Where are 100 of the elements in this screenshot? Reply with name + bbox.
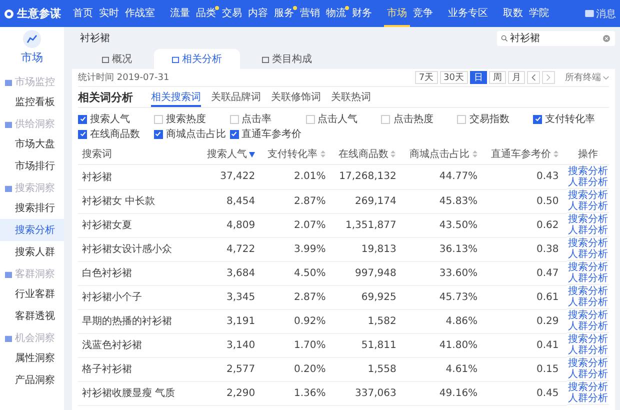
sidebar-item[interactable]: 搜索排行 — [0, 197, 64, 219]
table-cell: 19,813 — [334, 237, 404, 261]
sort-icon[interactable] — [552, 150, 559, 158]
action-link[interactable]: 搜索分析 — [568, 382, 608, 392]
table-cell: 4,722 — [203, 237, 264, 261]
action-link[interactable]: 人群分析 — [568, 392, 608, 404]
sidebar-item[interactable]: 搜索人群 — [0, 241, 64, 263]
table-cell: 1,351,877 — [334, 213, 404, 237]
sidebar-item[interactable]: 客群透视 — [0, 305, 64, 327]
page-tab[interactable]: 概况 — [84, 49, 150, 69]
period-button[interactable]: 7天 — [414, 71, 438, 84]
nav-link[interactable]: 物流 — [323, 0, 349, 27]
next-button[interactable] — [542, 71, 555, 84]
column-header: 搜索人气 — [203, 143, 264, 164]
action-link[interactable]: 搜索分析 — [568, 286, 608, 296]
nav-link[interactable]: 营销 — [297, 0, 323, 27]
table-cell: 3,191 — [203, 309, 264, 333]
checkbox[interactable] — [533, 114, 542, 124]
table-cell: 37,422 — [203, 164, 264, 189]
action-link[interactable]: 搜索分析 — [568, 214, 608, 224]
table-cell: 0.62 — [486, 213, 567, 237]
table-cell: 33.60% — [404, 261, 486, 285]
sort-icon[interactable] — [472, 150, 478, 158]
action-link[interactable]: 人群分析 — [568, 224, 608, 236]
nav-link[interactable]: 财务 — [349, 0, 375, 27]
sidebar-item[interactable]: 搜索分析 — [0, 219, 64, 241]
table-cell: 1.70% — [263, 333, 334, 357]
period-button[interactable]: 日 — [470, 71, 487, 84]
search-field[interactable]: 衬衫裙 — [497, 30, 615, 46]
sidebar-item[interactable]: 属性洞察 — [0, 347, 64, 369]
table-cell: 0.29 — [486, 309, 567, 333]
checkbox-label: 在线商品数 — [90, 128, 140, 141]
checkbox[interactable] — [78, 114, 87, 124]
action-link[interactable]: 人群分析 — [568, 176, 608, 188]
clear-icon[interactable] — [603, 34, 610, 42]
sidebar-item[interactable]: 市场大盘 — [0, 133, 64, 155]
nav-link[interactable]: 市场 — [384, 0, 410, 27]
action-link[interactable]: 人群分析 — [568, 248, 608, 260]
action-link[interactable]: 搜索分析 — [568, 358, 608, 368]
table-cell: 0.50 — [486, 189, 567, 213]
nav-link[interactable]: 流量 — [167, 0, 193, 27]
table-cell: 3,345 — [203, 285, 264, 309]
action-link[interactable]: 搜索分析 — [568, 310, 608, 320]
table-cell: 4.86% — [404, 309, 486, 333]
action-link[interactable]: 搜索分析 — [568, 166, 608, 176]
action-link[interactable]: 人群分析 — [568, 296, 608, 308]
nav-link[interactable]: 首页 — [70, 0, 96, 27]
nav-link[interactable]: 竞争 — [410, 0, 436, 27]
section-tab[interactable]: 关联品牌词 — [211, 88, 261, 106]
action-link[interactable]: 人群分析 — [568, 344, 608, 356]
action-link[interactable]: 搜索分析 — [568, 334, 608, 344]
action-link[interactable]: 搜索分析 — [568, 238, 608, 248]
sort-icon[interactable] — [390, 150, 396, 158]
nav-link[interactable]: 内容 — [245, 0, 271, 27]
column-header: 商城点击占比 — [404, 143, 486, 164]
nav-link[interactable]: 取数 — [500, 0, 526, 27]
sidebar-item[interactable]: 监控看板 — [0, 91, 64, 113]
previous-button[interactable] — [527, 71, 540, 84]
checkbox-label: 支付转化率 — [545, 112, 596, 126]
section-tab[interactable]: 关联修饰词 — [271, 88, 321, 106]
section-title: 相关词分析 — [78, 90, 133, 104]
section-tab[interactable]: 关联热词 — [331, 88, 371, 106]
action-link[interactable]: 人群分析 — [568, 200, 608, 212]
period-button[interactable]: 月 — [508, 71, 525, 84]
checkbox[interactable] — [154, 130, 163, 138]
action-link[interactable]: 搜索分析 — [568, 190, 608, 200]
column-header: 支付转化率 — [263, 143, 334, 164]
page-tab[interactable]: 类目构成 — [244, 49, 330, 69]
sidebar-item[interactable]: 行业客群 — [0, 283, 64, 305]
action-link[interactable]: 人群分析 — [568, 272, 608, 284]
sidebar-title: 市场 — [21, 50, 43, 65]
nav-link[interactable]: 实时 — [96, 0, 122, 27]
section-tab[interactable]: 相关搜索词 — [151, 88, 201, 106]
action-link[interactable]: 人群分析 — [568, 320, 608, 332]
nav-link[interactable]: 业务专区 — [445, 0, 491, 27]
table-cell: 0.45 — [486, 381, 567, 405]
table-cell: 衬衫裙女 中长款 — [78, 189, 203, 213]
page-tab[interactable]: 相关分析 — [154, 49, 240, 69]
action-link[interactable]: 搜索分析 — [568, 262, 608, 272]
chart-icon — [23, 30, 41, 48]
table-cell: 41.80% — [404, 333, 486, 357]
checkbox[interactable] — [230, 130, 239, 138]
nav-link[interactable]: 服务 — [271, 0, 297, 27]
sort-descending-icon[interactable] — [249, 150, 256, 158]
table-cell: 0.43 — [486, 164, 567, 189]
period-button[interactable]: 周 — [489, 71, 506, 84]
action-link[interactable]: 人群分析 — [568, 368, 608, 380]
nav-link[interactable]: 作战室 — [122, 0, 158, 27]
table-cell: 2,290 — [203, 381, 264, 405]
device-select[interactable]: 所有终端 — [565, 71, 609, 84]
sidebar-item[interactable]: 市场排行 — [0, 155, 64, 177]
nav-link[interactable]: 交易 — [219, 0, 245, 27]
nav-link[interactable]: 学院 — [526, 0, 552, 27]
period-button[interactable]: 30天 — [440, 71, 468, 84]
sort-icon[interactable] — [320, 150, 326, 158]
nav-link[interactable]: 品类 — [193, 0, 219, 27]
checkbox[interactable] — [78, 130, 87, 138]
sidebar-item[interactable]: 产品洞察 — [0, 369, 64, 391]
messages-link[interactable]: 消息 — [596, 6, 616, 20]
checkbox-label: 直通车参考价 — [242, 128, 302, 141]
